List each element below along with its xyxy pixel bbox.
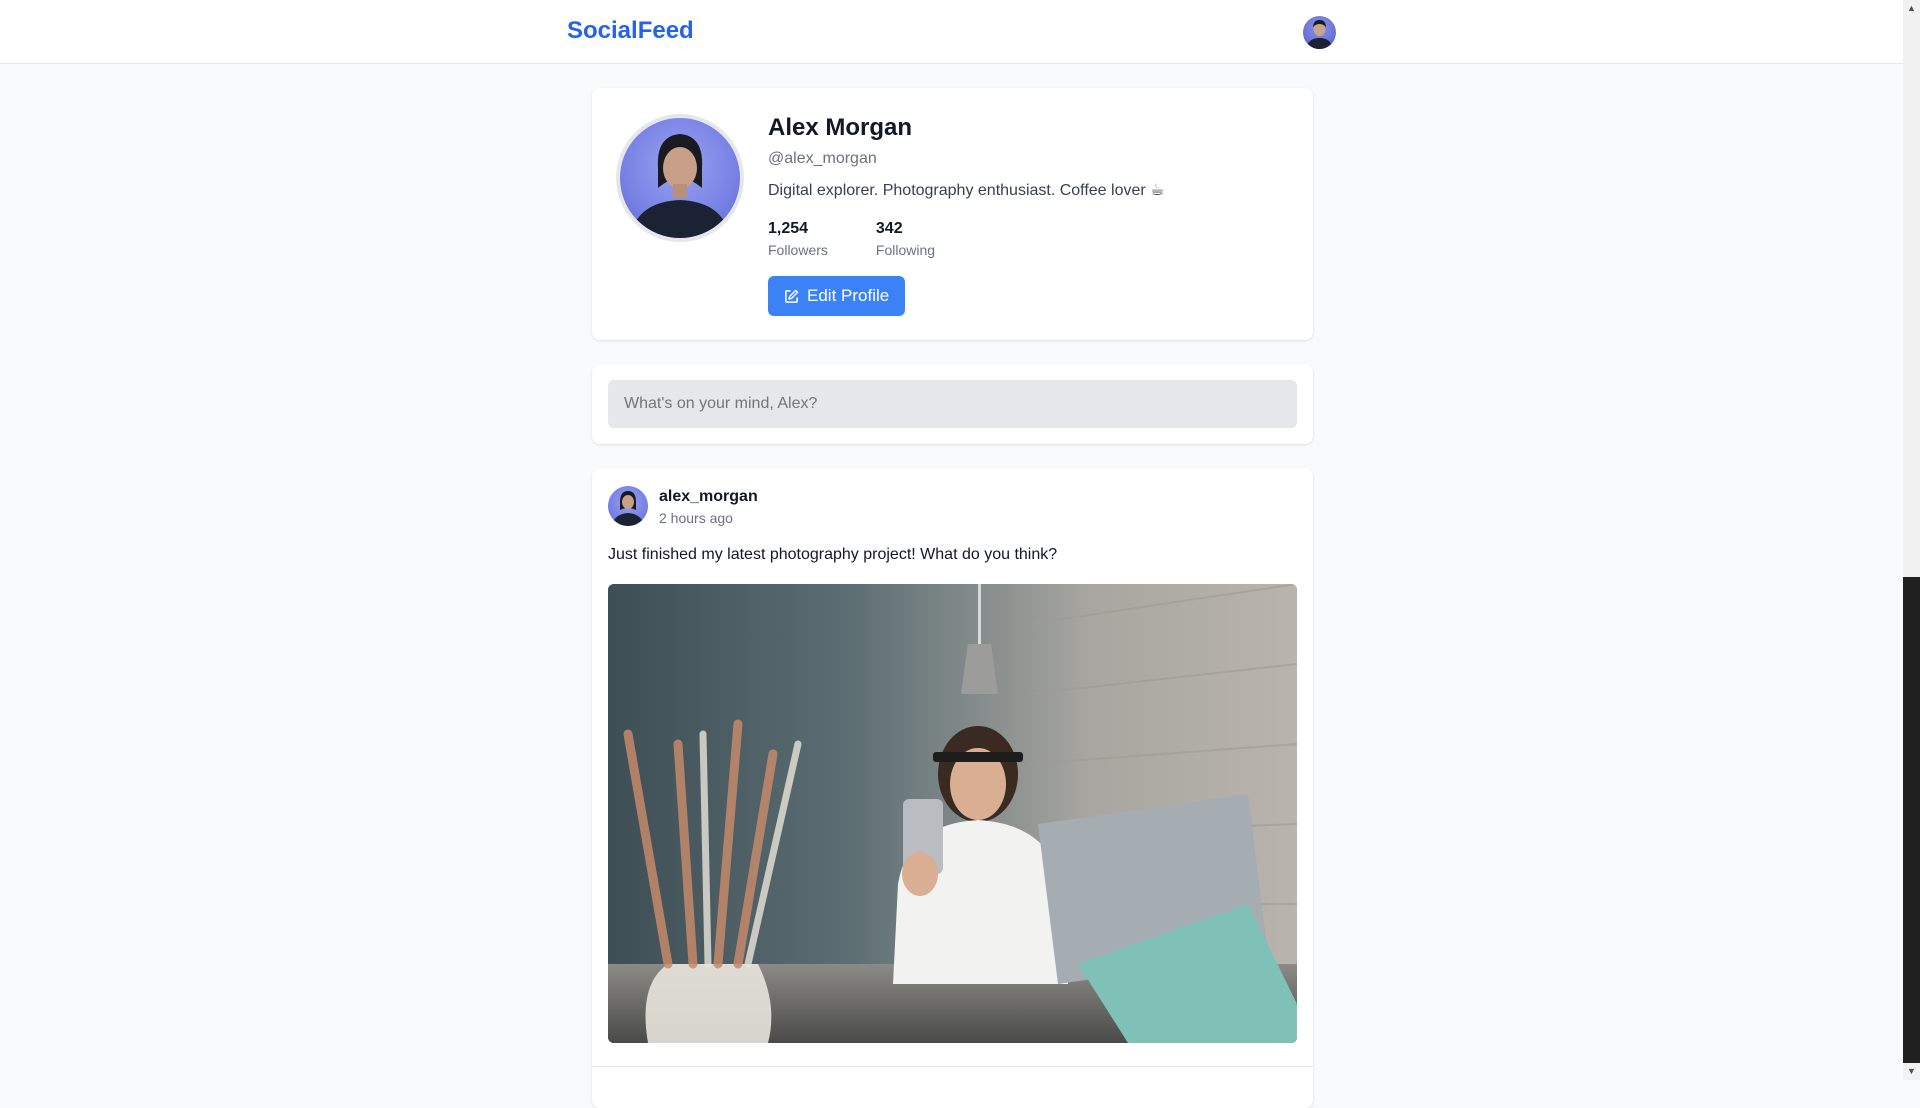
person-portrait-icon bbox=[612, 491, 644, 526]
profile-card: Alex Morgan @alex_morgan Digital explore… bbox=[592, 88, 1313, 340]
stat-value: 342 bbox=[875, 220, 903, 237]
stat-value: 1,254 bbox=[768, 220, 809, 237]
composer-card bbox=[592, 364, 1313, 444]
edit-profile-button[interactable]: Edit Profile bbox=[768, 276, 906, 316]
stat-followers[interactable]: 1,254 Followers bbox=[768, 220, 828, 258]
profile-avatar bbox=[616, 114, 744, 242]
profile-name: Alex Morgan bbox=[768, 114, 913, 141]
post-photo[interactable] bbox=[608, 584, 1297, 1043]
scroll-up-arrow-icon[interactable]: ▲ bbox=[1903, 0, 1920, 17]
post-author-avatar[interactable] bbox=[608, 486, 648, 526]
profile-bio: Digital explorer. Photography enthusiast… bbox=[768, 182, 1165, 199]
post-text: Just finished my latest photography proj… bbox=[608, 546, 1058, 563]
photo-woman-with-phone-and-laptop bbox=[608, 584, 1297, 1043]
stat-following[interactable]: 342 Following bbox=[876, 220, 935, 258]
user-avatar[interactable] bbox=[1303, 16, 1336, 49]
scrollbar-track[interactable] bbox=[1903, 17, 1920, 577]
post-card: alex_morgan 2 hours ago Just finished my… bbox=[592, 468, 1313, 1108]
top-navigation-bar: SocialFeed bbox=[0, 0, 1903, 64]
scroll-down-arrow-icon[interactable]: ▼ bbox=[1903, 1063, 1920, 1080]
post-timestamp: 2 hours ago bbox=[659, 510, 733, 526]
post-composer-input[interactable] bbox=[608, 380, 1297, 428]
person-portrait-icon bbox=[1306, 20, 1333, 49]
person-portrait-icon bbox=[630, 134, 730, 238]
edit-icon bbox=[785, 289, 799, 303]
stat-label: Followers bbox=[768, 242, 828, 258]
profile-info: Alex Morgan @alex_morgan Digital explore… bbox=[768, 114, 1165, 316]
scrollbar-thumb[interactable] bbox=[1903, 577, 1920, 1063]
profile-handle: @alex_morgan bbox=[768, 150, 877, 167]
page-scrollbar[interactable]: ▲ ▼ bbox=[1903, 0, 1920, 1080]
post-divider bbox=[592, 1066, 1313, 1067]
post-author-name[interactable]: alex_morgan bbox=[659, 488, 758, 506]
profile-stats: 1,254 Followers 342 Following bbox=[768, 220, 1165, 258]
brand-logo[interactable]: SocialFeed bbox=[567, 17, 694, 45]
stat-label: Following bbox=[875, 242, 936, 258]
edit-profile-label: Edit Profile bbox=[807, 286, 890, 305]
